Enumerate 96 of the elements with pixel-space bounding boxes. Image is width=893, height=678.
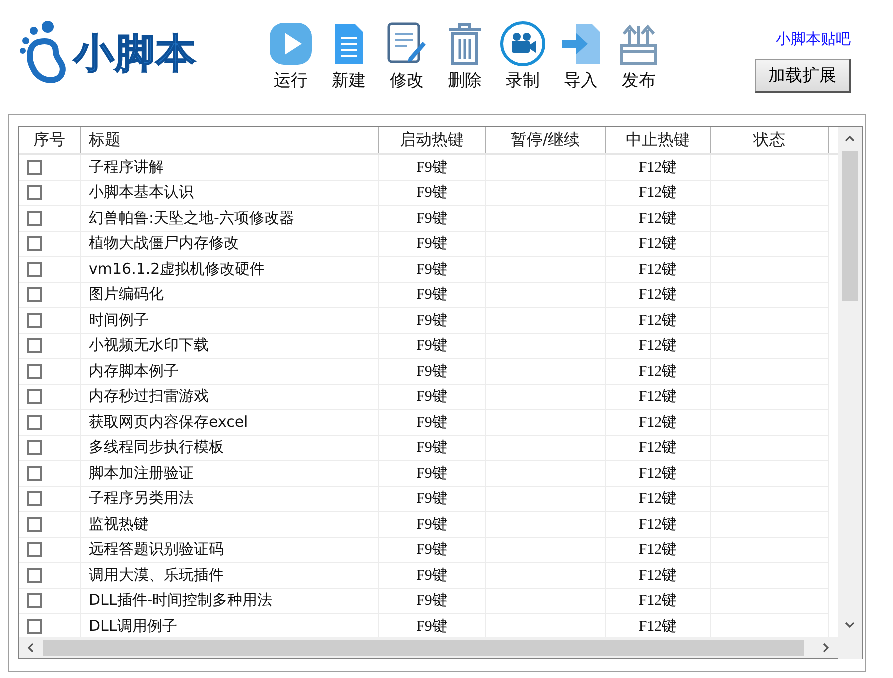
title-cell: DLL插件-时间控制多种用法 [89, 591, 273, 610]
toolbar-button[interactable]: 新建 [320, 20, 378, 92]
toolbar-button[interactable]: 运行 [262, 20, 320, 92]
start-hotkey-cell-text: F9键 [416, 618, 448, 636]
row-checkbox[interactable] [27, 593, 42, 608]
stop-hotkey-cell-text: F12键 [638, 210, 678, 228]
stop-hotkey-cell-text: F12键 [638, 516, 678, 534]
row-checkbox[interactable] [27, 338, 42, 354]
start-hotkey-cell-text: F9键 [416, 464, 448, 483]
toolbar-button[interactable]: 发布 [610, 20, 668, 92]
stop-hotkey-cell-text: F12键 [638, 490, 678, 508]
row-checkbox[interactable] [27, 516, 42, 532]
start-hotkey-cell-text: F9键 [416, 184, 448, 202]
title-cell: 多线程同步执行模板 [89, 438, 224, 458]
toolbar-button[interactable]: 导入 [552, 20, 610, 92]
row-checkbox[interactable] [27, 542, 42, 558]
row-checkbox[interactable] [27, 364, 42, 379]
title-cell: 幻兽帕鲁:天坠之地-六项修改器 [89, 208, 294, 228]
title-cell: vm16.1.2虚拟机修改硬件 [89, 260, 266, 279]
title-cell: 脚本加注册验证 [89, 464, 194, 483]
logo-text: 小脚本 [74, 30, 197, 78]
start-hotkey-cell-text: F9键 [416, 210, 448, 228]
row-checkbox[interactable] [27, 210, 42, 226]
start-hotkey-cell-text: F9键 [416, 388, 448, 406]
load-extension-button[interactable]: 加载扩展 [755, 59, 851, 93]
stop-hotkey-cell-text: F12键 [638, 438, 678, 458]
start-hotkey-cell-text: F9键 [416, 158, 448, 177]
forum-link[interactable]: 小脚本贴吧 [776, 30, 851, 49]
stop-hotkey-cell-text: F12键 [638, 540, 678, 560]
row-checkbox[interactable] [27, 568, 42, 583]
stop-hotkey-cell-text: F12键 [638, 158, 678, 177]
start-hotkey-cell-text: F9键 [416, 566, 448, 585]
stop-hotkey-cell-text: F12键 [638, 336, 678, 356]
start-hotkey-cell-text: F9键 [416, 260, 448, 279]
toolbar-button[interactable]: 删除 [436, 20, 494, 92]
start-hotkey-cell-text: F9键 [416, 312, 448, 330]
title-cell: 植物大战僵尸内存修改 [89, 234, 239, 254]
title-cell: 远程答题识别验证码 [89, 540, 224, 560]
title-cell: 小脚本基本认识 [89, 183, 194, 202]
start-hotkey-cell-text: F9键 [416, 540, 448, 560]
stop-hotkey-cell-text: F12键 [638, 464, 678, 483]
stop-hotkey-cell-text: F12键 [638, 592, 678, 610]
toolbar-button[interactable]: 录制 [494, 20, 552, 92]
title-cell: 调用大漠、乐玩插件 [89, 566, 224, 585]
stop-hotkey-cell-text: F12键 [638, 414, 678, 432]
import-arrow-icon [560, 22, 602, 66]
start-hotkey-cell-text: F9键 [416, 336, 448, 356]
title-cell: 子程序另类用法 [89, 489, 194, 508]
title-cell: 图片编码化 [89, 285, 164, 304]
video-camera-icon [500, 20, 546, 66]
stop-hotkey-cell-text: F12键 [638, 362, 678, 381]
stop-hotkey-cell-text: F12键 [638, 312, 678, 330]
row-checkbox[interactable] [27, 262, 42, 277]
stop-hotkey-cell-text: F12键 [638, 286, 678, 304]
horizontal-scrollbar[interactable] [18, 637, 863, 659]
row-checkbox[interactable] [27, 618, 42, 634]
stop-hotkey-cell-text: F12键 [638, 388, 678, 406]
stop-hotkey-cell-text: F12键 [638, 184, 678, 202]
stop-hotkey-cell-text: F12键 [638, 234, 678, 254]
start-hotkey-cell-text: F9键 [416, 414, 448, 432]
stop-hotkey-cell-text: F12键 [638, 260, 678, 279]
title-cell: 内存脚本例子 [89, 362, 179, 381]
row-checkbox[interactable] [27, 287, 42, 302]
vertical-scrollbar[interactable] [838, 127, 862, 637]
scrollbar-thumb[interactable] [842, 151, 858, 301]
title-cell: 小视频无水印下载 [89, 336, 209, 356]
start-hotkey-cell-text: F9键 [416, 490, 448, 508]
row-checkbox[interactable] [27, 414, 42, 430]
start-hotkey-cell-text: F9键 [416, 362, 448, 381]
document-icon [333, 22, 365, 66]
row-checkbox[interactable] [27, 312, 42, 328]
stop-hotkey-cell-text: F12键 [638, 618, 678, 636]
start-hotkey-cell-text: F9键 [416, 592, 448, 610]
row-checkbox[interactable] [27, 389, 42, 404]
title-cell: 时间例子 [89, 310, 149, 330]
row-checkbox[interactable] [27, 466, 42, 481]
start-hotkey-cell-text: F9键 [416, 516, 448, 534]
row-checkbox[interactable] [27, 160, 42, 175]
row-checkbox[interactable] [27, 185, 42, 200]
start-hotkey-cell-text: F9键 [416, 234, 448, 254]
title-cell: 内存秒过扫雷游戏 [89, 387, 209, 406]
title-cell: DLL调用例子 [89, 616, 178, 636]
scrollbar-thumb[interactable] [43, 640, 804, 656]
title-cell: 获取网页内容保存excel [89, 412, 248, 432]
edit-document-icon [387, 22, 427, 66]
start-hotkey-cell-text: F9键 [416, 438, 448, 458]
play-icon [269, 22, 313, 66]
row-checkbox[interactable] [27, 440, 42, 456]
row-checkbox[interactable] [27, 236, 42, 252]
toolbar-button[interactable]: 修改 [378, 20, 436, 92]
row-checkbox[interactable] [27, 491, 42, 506]
trash-icon [447, 22, 483, 66]
stop-hotkey-cell-text: F12键 [638, 566, 678, 585]
title-cell: 监视热键 [89, 514, 149, 534]
start-hotkey-cell-text: F9键 [416, 286, 448, 304]
title-cell: 子程序讲解 [89, 158, 164, 177]
